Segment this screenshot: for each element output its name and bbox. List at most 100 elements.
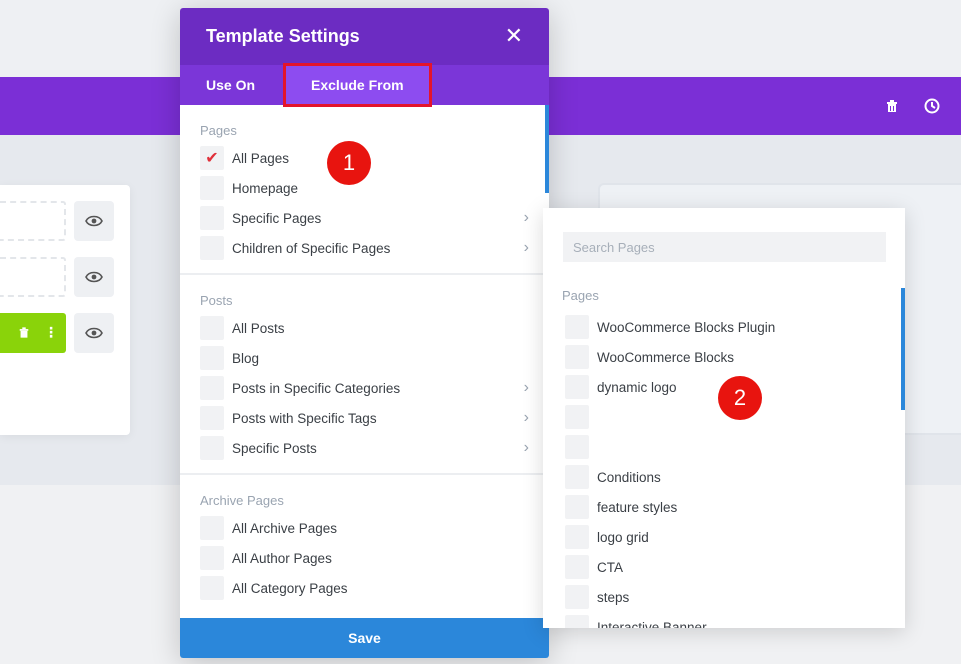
list-item[interactable]: Conditions (565, 462, 885, 492)
option-label: Homepage (232, 180, 299, 196)
more-icon[interactable]: ⋮ (44, 325, 58, 341)
option-children-of-specific-pages[interactable]: Children of Specific Pages › (200, 233, 529, 263)
option-label: Posts in Specific Categories (232, 380, 401, 396)
option-label: All Author Pages (232, 550, 332, 566)
list-item[interactable] (565, 432, 885, 462)
trash-icon[interactable] (883, 97, 901, 115)
checkbox[interactable] (200, 316, 224, 340)
checkbox[interactable] (200, 236, 224, 260)
page-label: dynamic logo (597, 379, 677, 395)
checkbox[interactable] (200, 576, 224, 600)
chevron-right-icon[interactable]: › (524, 439, 529, 457)
layout-slot[interactable] (0, 201, 66, 241)
page-label: WooCommerce Blocks Plugin (597, 319, 776, 335)
chevron-right-icon[interactable]: › (524, 239, 529, 257)
option-specific-posts[interactable]: Specific Posts › (200, 433, 529, 463)
modal-tabs: Use On Exclude From (180, 63, 549, 107)
checkbox[interactable] (200, 206, 224, 230)
checkbox[interactable] (565, 405, 589, 429)
trash-icon[interactable] (18, 324, 30, 343)
option-posts-in-specific-categories[interactable]: Posts in Specific Categories › (200, 373, 529, 403)
page-label: Conditions (597, 469, 661, 485)
checkbox[interactable] (565, 525, 589, 549)
modal-body[interactable]: Pages ✔ All Pages Homepage Specific Page… (180, 105, 549, 618)
section-title: Pages (200, 123, 237, 138)
option-specific-pages[interactable]: Specific Pages › (200, 203, 529, 233)
checkbox-checked[interactable]: ✔ (200, 146, 224, 170)
close-icon[interactable]: ✕ (505, 25, 523, 48)
page-label: CTA (597, 559, 623, 575)
option-blog[interactable]: Blog (200, 343, 529, 373)
checkbox[interactable] (565, 375, 589, 399)
chevron-right-icon[interactable]: › (524, 209, 529, 227)
tab-use-on[interactable]: Use On (180, 65, 281, 105)
option-all-archive-pages[interactable]: All Archive Pages (200, 513, 529, 543)
section-pages: Pages ✔ All Pages Homepage Specific Page… (180, 105, 549, 275)
section-title: Posts (200, 293, 233, 308)
section-title: Archive Pages (200, 493, 284, 508)
modal-header: Template Settings ✕ (180, 8, 549, 65)
scrollbar[interactable] (901, 288, 905, 410)
option-label: Children of Specific Pages (232, 240, 391, 256)
checkbox[interactable] (200, 406, 224, 430)
option-label: All Pages (232, 150, 290, 166)
checkbox[interactable] (565, 435, 589, 459)
eye-icon[interactable] (74, 257, 114, 297)
option-label: Specific Pages (232, 210, 322, 226)
checkbox[interactable] (565, 345, 589, 369)
tab-exclude-from[interactable]: Exclude From (283, 63, 432, 107)
option-label: All Category Pages (232, 580, 348, 596)
checkbox[interactable] (200, 516, 224, 540)
checkbox[interactable] (565, 585, 589, 609)
page-label: feature styles (597, 499, 678, 515)
search-pages-input[interactable] (563, 232, 886, 262)
flyout-section-title: Pages (562, 288, 599, 303)
annotation-marker-1: 1 (327, 141, 371, 185)
option-label: All Posts (232, 320, 285, 336)
eye-icon[interactable] (74, 313, 114, 353)
checkbox[interactable] (565, 555, 589, 579)
list-item[interactable]: Interactive Banner (565, 612, 885, 628)
option-label: Blog (232, 350, 260, 366)
save-button[interactable]: Save (180, 618, 549, 658)
checkbox[interactable] (200, 376, 224, 400)
chevron-right-icon[interactable]: › (524, 379, 529, 397)
checkbox[interactable] (565, 315, 589, 339)
flyout-page-list: WooCommerce Blocks Plugin WooCommerce Bl… (565, 312, 885, 628)
checkbox[interactable] (200, 546, 224, 570)
section-posts: Posts All Posts Blog Posts in Specific C… (180, 275, 549, 475)
list-item[interactable]: WooCommerce Blocks Plugin (565, 312, 885, 342)
page-label: WooCommerce Blocks (597, 349, 735, 365)
checkbox[interactable] (565, 495, 589, 519)
option-posts-with-specific-tags[interactable]: Posts with Specific Tags › (200, 403, 529, 433)
modal-title: Template Settings (206, 26, 360, 46)
checkbox[interactable] (200, 436, 224, 460)
checkmark-icon: ✔ (205, 150, 219, 167)
chevron-right-icon[interactable]: › (524, 409, 529, 427)
specific-pages-flyout: Pages WooCommerce Blocks Plugin WooComme… (543, 208, 905, 628)
scrollbar[interactable] (545, 105, 549, 193)
history-icon[interactable] (923, 97, 941, 115)
section-archive-pages: Archive Pages All Archive Pages All Auth… (180, 475, 549, 613)
checkbox[interactable] (565, 465, 589, 489)
page-label: Interactive Banner (597, 619, 707, 629)
option-label: Posts with Specific Tags (232, 410, 377, 426)
eye-icon[interactable] (74, 201, 114, 241)
template-settings-modal: Template Settings ✕ Use On Exclude From … (180, 8, 549, 658)
list-item[interactable]: feature styles (565, 492, 885, 522)
checkbox[interactable] (565, 615, 589, 628)
option-all-author-pages[interactable]: All Author Pages (200, 543, 529, 573)
list-item[interactable]: logo grid (565, 522, 885, 552)
list-item[interactable]: WooCommerce Blocks (565, 342, 885, 372)
option-label: All Archive Pages (232, 520, 338, 536)
option-all-category-pages[interactable]: All Category Pages (200, 573, 529, 603)
list-item[interactable]: steps (565, 582, 885, 612)
layout-slot[interactable] (0, 257, 66, 297)
list-item[interactable]: CTA (565, 552, 885, 582)
page-label: logo grid (597, 529, 649, 545)
checkbox[interactable] (200, 176, 224, 200)
active-layout-slot[interactable]: ⋮ (0, 313, 66, 353)
option-all-posts[interactable]: All Posts (200, 313, 529, 343)
checkbox[interactable] (200, 346, 224, 370)
option-label: Specific Posts (232, 440, 317, 456)
